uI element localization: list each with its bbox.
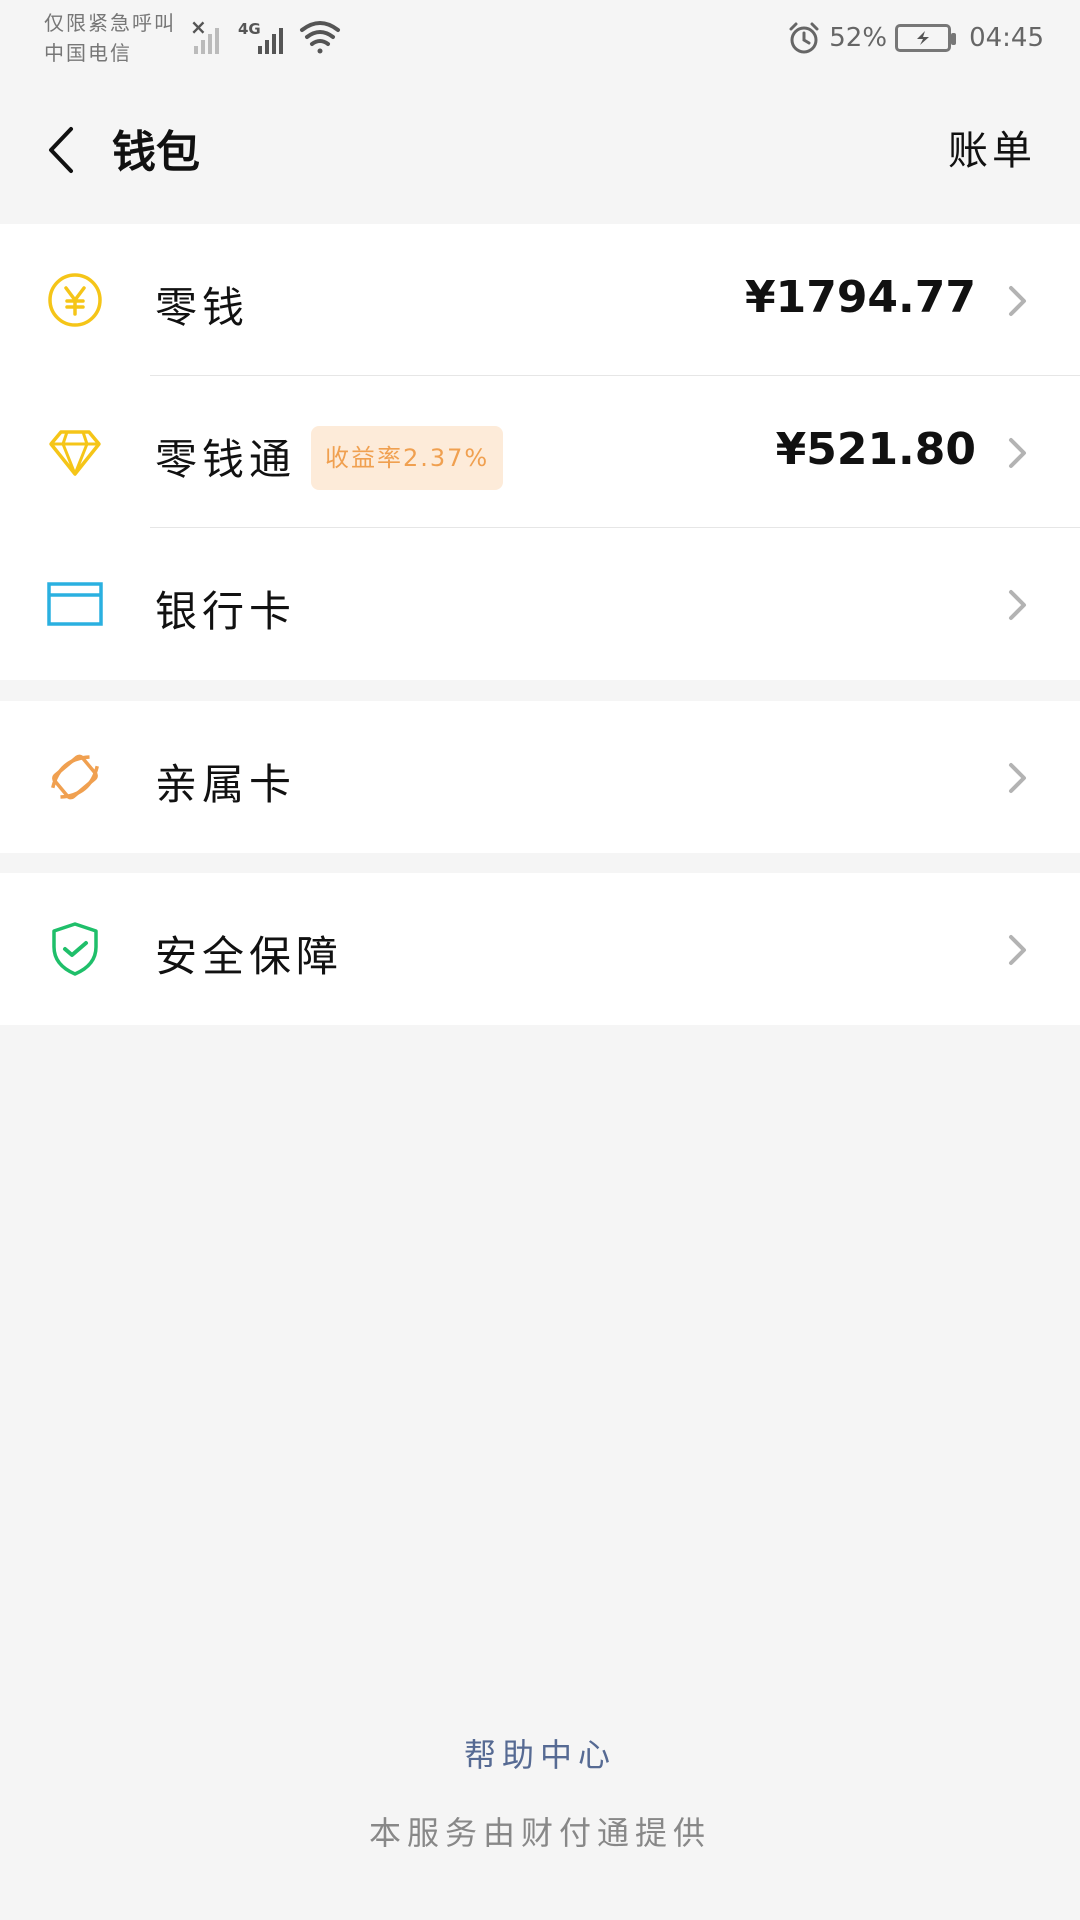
item-label: 零钱通 (155, 435, 297, 484)
status-bar: 仅限紧急呼叫 中国电信 × 4G 52% 04:45 (0, 0, 1080, 80)
back-arrow-icon (49, 127, 73, 173)
wallet-section: 零钱 ¥1794.77 零钱通 收益率2.37% ¥521.80 银行卡 (0, 224, 1080, 680)
item-label: 银行卡 (155, 587, 297, 636)
chevron-right-icon (1009, 763, 1026, 793)
list-item-change-plus[interactable]: 零钱通 收益率2.37% ¥521.80 (0, 376, 1080, 528)
battery-charging-icon (895, 24, 957, 52)
item-label: 亲属卡 (155, 760, 297, 809)
list-item-change[interactable]: 零钱 ¥1794.77 (0, 224, 1080, 376)
chevron-right-icon (1009, 590, 1026, 620)
page-title: 钱包 (112, 127, 200, 178)
nav-bar: 钱包 账单 (0, 80, 1080, 220)
back-button[interactable] (30, 110, 90, 190)
chevron-right-icon (1009, 935, 1026, 965)
carrier-info: 仅限紧急呼叫 中国电信 (44, 8, 176, 68)
help-center-link[interactable]: 帮助中心 (0, 1730, 1080, 1776)
item-label: 零钱 (155, 283, 250, 332)
battery-percent: 52% (829, 23, 888, 53)
signal-off-icon: × (190, 15, 219, 54)
yuan-coin-icon (45, 270, 105, 330)
clock: 04:45 (969, 23, 1044, 53)
service-provider-text: 本服务由财付通提供 (368, 1814, 711, 1852)
shield-check-icon (45, 919, 105, 979)
list-item-family-card[interactable]: 亲属卡 (0, 701, 1080, 853)
network-type: 4G (238, 20, 261, 38)
balance-amount: ¥521.80 (775, 424, 976, 475)
family-card-icon (45, 747, 105, 807)
diamond-icon (45, 422, 105, 482)
bank-card-icon (45, 574, 105, 634)
security-section: 安全保障 (0, 873, 1080, 1025)
signal-group: × 4G (188, 14, 348, 62)
status-right: 52% 04:45 (787, 16, 1044, 60)
item-label: 安全保障 (155, 932, 344, 981)
bill-button[interactable]: 账单 (948, 118, 1036, 176)
wifi-icon (300, 21, 340, 54)
family-card-section: 亲属卡 (0, 701, 1080, 853)
carrier-line1: 仅限紧急呼叫 (44, 11, 176, 35)
list-item-security[interactable]: 安全保障 (0, 873, 1080, 1025)
alarm-icon (789, 22, 819, 54)
chevron-right-icon (1009, 286, 1026, 316)
signal-icon: 4G (238, 20, 283, 54)
list-item-bank-card[interactable]: 银行卡 (0, 528, 1080, 680)
yield-rate-badge: 收益率2.37% (311, 426, 504, 490)
svg-text:×: × (190, 15, 207, 39)
chevron-right-icon (1009, 438, 1026, 468)
balance-amount: ¥1794.77 (744, 272, 976, 323)
carrier-line2: 中国电信 (44, 41, 132, 65)
